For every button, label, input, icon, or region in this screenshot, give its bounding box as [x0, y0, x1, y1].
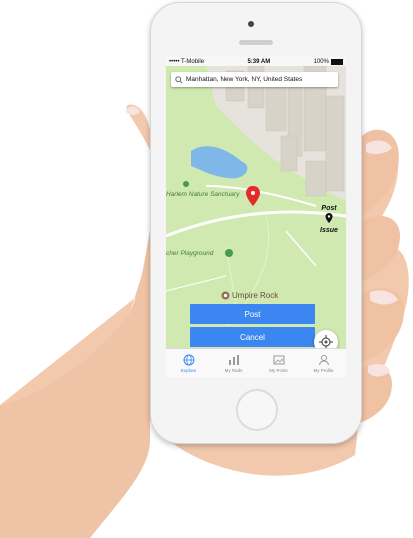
carrier-label: ••••• T-Mobile [169, 58, 205, 65]
time-label: 5:39 AM [247, 58, 271, 65]
cancel-button[interactable]: Cancel [190, 327, 315, 347]
crosshair-icon [319, 335, 333, 349]
status-right: 100% [313, 58, 343, 65]
map-view[interactable]: Manhattan, New York, NY, United States H… [166, 66, 346, 356]
app-screen: ••••• T-Mobile 5:39 AM 100% Manhattan, N… [166, 57, 346, 377]
tab-my-profile[interactable]: My Profile [301, 349, 346, 377]
post-issue-line2: Issue [320, 227, 338, 234]
map-label-umpire-rock: Umpire Rock [221, 291, 278, 300]
battery-percent: 100% [313, 58, 329, 65]
globe-icon [183, 354, 194, 366]
bar-chart-icon [228, 355, 239, 365]
tab-my-rads-label: My Rads [224, 368, 243, 373]
camera-icon [248, 21, 254, 27]
home-button[interactable] [236, 389, 278, 431]
tab-bar: Explore My Rads My Posts My Profile [166, 348, 346, 377]
umpire-rock-text: Umpire Rock [232, 291, 279, 300]
photo-icon [273, 355, 284, 365]
tab-my-posts[interactable]: My Posts [256, 349, 301, 377]
post-issue-line1: Post [321, 205, 337, 212]
person-icon [318, 355, 329, 366]
search-value: Manhattan, New York, NY, United States [186, 76, 303, 83]
speaker-grille [239, 40, 273, 45]
status-bar: ••••• T-Mobile 5:39 AM 100% [166, 57, 346, 66]
map-label-nature-sanctuary: Harlem Nature Sanctuary [166, 191, 240, 198]
search-input[interactable]: Manhattan, New York, NY, United States [171, 72, 338, 87]
search-icon [175, 75, 183, 84]
tab-my-profile-label: My Profile [313, 368, 334, 373]
tab-explore-label: Explore [180, 368, 197, 373]
map-pin-icon [325, 213, 333, 223]
tab-my-rads[interactable]: My Rads [211, 349, 256, 377]
post-issue-marker[interactable]: Post Issue [318, 204, 340, 235]
landmark-icon [221, 291, 230, 300]
tab-my-posts-label: My Posts [269, 368, 288, 373]
map-label-playground: cher Playground [166, 250, 214, 257]
battery-icon [330, 58, 343, 65]
tab-explore[interactable]: Explore [166, 349, 211, 377]
post-button[interactable]: Post [190, 304, 315, 324]
